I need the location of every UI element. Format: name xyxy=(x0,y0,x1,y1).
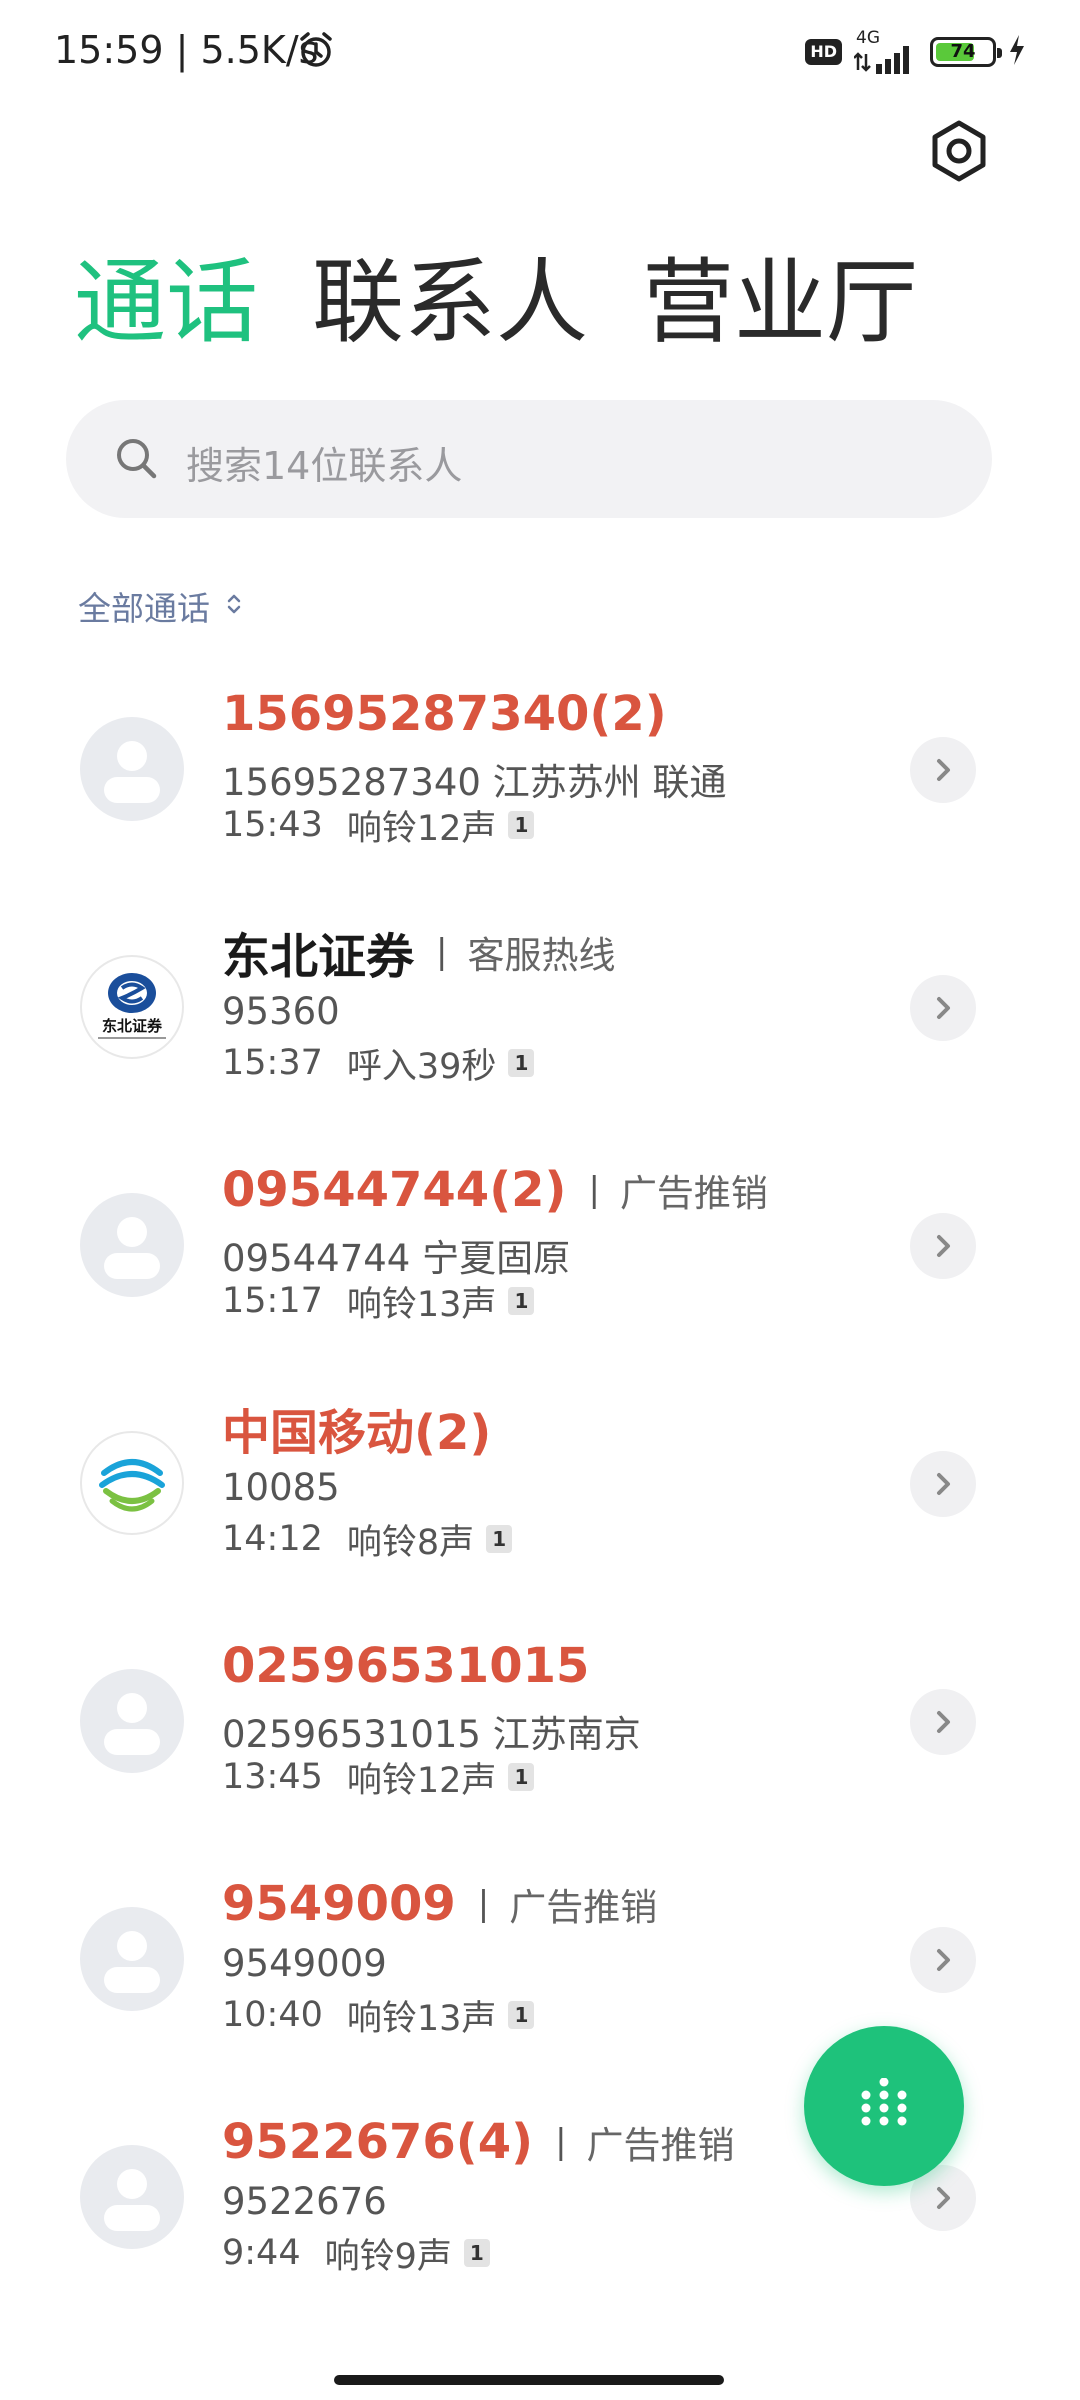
battery-icon: 74 xyxy=(930,37,1002,67)
call-duration: 响铃8声 xyxy=(346,1522,475,1563)
chevron-right-icon xyxy=(937,1711,950,1733)
call-details-button[interactable] xyxy=(910,1689,976,1755)
caller-tag: 客服热线 xyxy=(467,934,616,977)
call-time: 10:40 xyxy=(222,1995,323,2035)
default-avatar-icon xyxy=(80,1907,184,2011)
home-indicator[interactable] xyxy=(334,2375,724,2385)
caller-tag: 广告推销 xyxy=(586,2124,735,2167)
sim-badge: 1 xyxy=(508,1763,535,1791)
call-duration: 响铃9声 xyxy=(324,2236,452,2277)
call-log-item[interactable]: 东北证券 东北证券 | 客服热线 95360 15:37 呼入39秒 1 xyxy=(0,898,1080,1136)
top-tabs: 通话 联系人 营业厅 xyxy=(74,248,918,358)
caller-number: 15695287340 江苏苏州 联通 xyxy=(222,761,727,804)
call-time: 9:44 xyxy=(222,2233,301,2273)
dialpad-button[interactable] xyxy=(804,2026,964,2186)
sim-badge: 1 xyxy=(486,1525,513,1553)
tab-service-hall[interactable]: 营业厅 xyxy=(642,248,918,358)
chevron-updown-icon xyxy=(224,591,244,621)
caller-name: 09544744(2) xyxy=(222,1162,567,1218)
call-details-button[interactable] xyxy=(910,1927,976,1993)
sim-badge: 1 xyxy=(463,2239,490,2267)
caller-name: 9549009 xyxy=(222,1876,456,1932)
call-log-item[interactable]: 09544744(2) | 广告推销 09544744 宁夏固原 15:17 响铃13… xyxy=(0,1136,1080,1374)
chevron-right-icon xyxy=(937,1235,950,1257)
caller-number: 10085 xyxy=(222,1466,340,1509)
status-time: 15:59 | 5.5K/s xyxy=(54,28,319,72)
svg-text:东北证券: 东北证券 xyxy=(102,1017,163,1035)
northeast-securities-logo: 东北证券 xyxy=(80,955,184,1059)
dialpad-icon xyxy=(861,2078,907,2126)
caller-number: 02596531015 江苏南京 xyxy=(222,1713,641,1756)
tab-calls[interactable]: 通话 xyxy=(74,248,258,358)
caller-number: 09544744 宁夏固原 xyxy=(222,1237,571,1280)
default-avatar-icon xyxy=(80,2145,184,2249)
sim-badge: 1 xyxy=(508,811,535,839)
chevron-right-icon xyxy=(937,1473,950,1495)
search-bar[interactable]: 搜索14位联系人 xyxy=(66,400,992,518)
call-filter-dropdown[interactable]: 全部通话 xyxy=(78,582,244,630)
call-details-button[interactable] xyxy=(910,975,976,1041)
call-details-button[interactable] xyxy=(910,1213,976,1279)
alarm-icon xyxy=(296,30,336,70)
sim-badge: 1 xyxy=(508,1287,535,1315)
charging-icon xyxy=(1008,35,1026,69)
sim-badge: 1 xyxy=(508,1049,535,1077)
call-time: 15:17 xyxy=(222,1281,323,1321)
chevron-right-icon xyxy=(937,759,950,781)
filter-label: 全部通话 xyxy=(78,589,210,628)
chevron-right-icon xyxy=(937,2187,950,2209)
caller-number: 9549009 xyxy=(222,1942,387,1985)
hd-badge: HD xyxy=(805,39,842,65)
caller-name: 02596531015 xyxy=(222,1638,590,1694)
call-duration: 响铃12声 xyxy=(346,808,497,849)
call-log-item[interactable]: 02596531015 02596531015 江苏南京 13:45 响铃12声 1 xyxy=(0,1612,1080,1850)
default-avatar-icon xyxy=(80,717,184,821)
settings-hex-icon[interactable] xyxy=(926,118,992,184)
caller-number: 9522676 xyxy=(222,2180,387,2223)
caller-name: 东北证券 xyxy=(222,929,415,985)
call-duration: 响铃12声 xyxy=(346,1760,497,1801)
caller-number: 95360 xyxy=(222,990,340,1033)
caller-tag: 广告推销 xyxy=(509,1886,658,1929)
call-time: 14:12 xyxy=(222,1519,323,1559)
call-log-item[interactable]: 中国移动(2) 10085 14:12 响铃8声 1 xyxy=(0,1374,1080,1612)
call-duration: 呼入39秒 xyxy=(346,1046,497,1087)
chevron-right-icon xyxy=(937,997,950,1019)
chevron-right-icon xyxy=(937,1949,950,1971)
battery-level: 74 xyxy=(950,41,976,62)
default-avatar-icon xyxy=(80,1669,184,1773)
call-log-item[interactable]: 15695287340(2) 15695287340 江苏苏州 联通 15:43… xyxy=(0,660,1080,898)
tab-contacts[interactable]: 联系人 xyxy=(312,248,588,358)
default-avatar-icon xyxy=(80,1193,184,1297)
call-time: 15:43 xyxy=(222,805,323,845)
caller-tag: 广告推销 xyxy=(619,1172,768,1215)
caller-name: 中国移动(2) xyxy=(222,1405,492,1461)
caller-name: 15695287340(2) xyxy=(222,686,667,742)
caller-name: 9522676(4) xyxy=(222,2114,534,2170)
call-time: 13:45 xyxy=(222,1757,323,1797)
call-details-button[interactable] xyxy=(910,737,976,803)
signal-icon: 4G xyxy=(854,28,918,74)
china-mobile-logo xyxy=(80,1431,184,1535)
status-bar: 15:59 | 5.5K/s HD 4G 74 xyxy=(0,0,1080,110)
call-details-button[interactable] xyxy=(910,1451,976,1517)
call-duration: 响铃13声 xyxy=(346,1284,497,1325)
search-icon xyxy=(114,436,160,482)
sim-badge: 1 xyxy=(508,2001,535,2029)
call-duration: 响铃13声 xyxy=(346,1998,497,2039)
search-input[interactable]: 搜索14位联系人 xyxy=(186,435,462,490)
call-time: 15:37 xyxy=(222,1043,323,1083)
